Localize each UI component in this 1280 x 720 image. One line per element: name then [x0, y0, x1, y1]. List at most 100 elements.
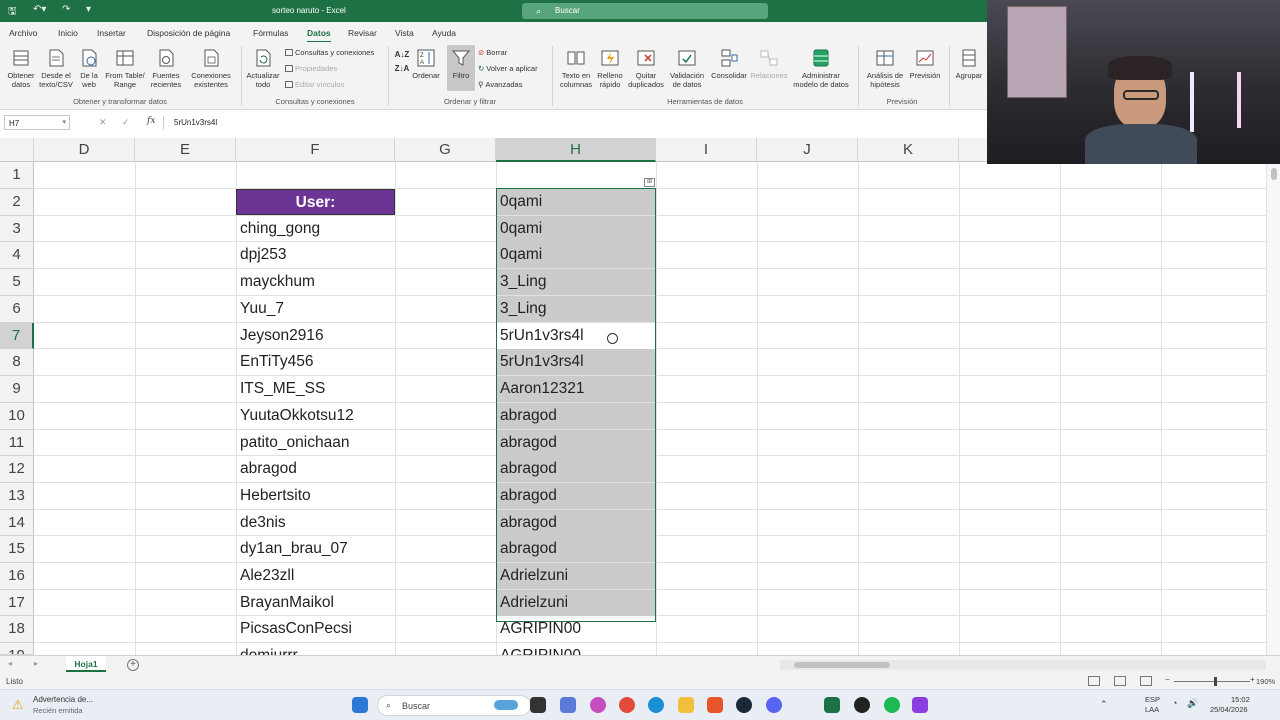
active-cell-h7[interactable]: 5rUn1v3rs4l [497, 323, 655, 349]
row-header[interactable]: 7 [0, 323, 34, 349]
cell[interactable]: abragod [497, 430, 655, 456]
quitar-duplicados-button[interactable]: Quitar duplicados [626, 48, 666, 89]
row-header[interactable]: 2 [0, 189, 34, 216]
cell[interactable]: dpj253 [236, 242, 395, 268]
column-header-d[interactable]: D [34, 138, 135, 162]
validacion-datos-button[interactable]: Validación de datos [667, 48, 707, 89]
scroll-thumb[interactable] [1271, 168, 1277, 180]
borrar-button[interactable]: ⊘ Borrar [478, 48, 507, 57]
cell[interactable]: 5rUn1v3rs4l [497, 349, 655, 375]
row-header[interactable]: 13 [0, 483, 34, 510]
brave-icon[interactable] [707, 697, 723, 713]
fuentes-recientes-button[interactable]: Fuentes recientes [149, 48, 183, 89]
cell[interactable]: abragod [497, 483, 655, 509]
tab-insertar[interactable]: Insertar [97, 28, 126, 38]
column-header-j[interactable]: J [757, 138, 858, 162]
cell[interactable]: 0qami [497, 216, 655, 242]
cell[interactable]: Adrielzuni [497, 563, 655, 589]
cell[interactable]: de3nis [236, 510, 395, 536]
spotify-icon[interactable] [884, 697, 900, 713]
editar-vinculos-button[interactable]: Editar vínculos [285, 80, 344, 89]
cell[interactable]: AGRIPIN00 [497, 643, 655, 655]
name-box[interactable]: H7 [4, 115, 70, 130]
relleno-rapido-button[interactable]: Relleno rápido [595, 48, 625, 89]
steam-icon[interactable] [736, 697, 752, 713]
cell[interactable]: Hebertsito [236, 483, 395, 509]
enter-icon[interactable]: ✓ [122, 117, 130, 128]
normal-view-icon[interactable] [1088, 676, 1100, 686]
consultas-conexiones-button[interactable]: Consultas y conexiones [285, 48, 374, 57]
undo-icon[interactable]: ↶▾ [33, 4, 46, 15]
column-header-i[interactable]: I [656, 138, 757, 162]
from-table-range-button[interactable]: From Table/ Range [103, 48, 147, 89]
cell[interactable]: 0qami [497, 242, 655, 268]
row-header[interactable]: 11 [0, 430, 34, 456]
teams-icon[interactable] [560, 697, 576, 713]
administrar-modelo-button[interactable]: Administrar modelo de datos [789, 48, 853, 89]
consolidar-button[interactable]: Consolidar [709, 48, 749, 80]
save-icon[interactable]: 🖫 [8, 4, 17, 21]
row-header[interactable]: 10 [0, 403, 34, 430]
clock-time[interactable]: 15:02 [1231, 695, 1250, 704]
tab-formulas[interactable]: Fórmulas [253, 28, 288, 38]
page-layout-icon[interactable] [1114, 676, 1126, 686]
task-view-icon[interactable] [530, 697, 546, 713]
cell[interactable]: EnTiTy456 [236, 349, 395, 375]
tab-ayuda[interactable]: Ayuda [432, 28, 456, 38]
cell[interactable]: domiurrr [236, 643, 395, 655]
cell[interactable]: abragod [497, 456, 655, 482]
column-header-f[interactable]: F [236, 138, 395, 162]
cell[interactable]: PicsasConPecsi [236, 616, 395, 642]
zoom-out-icon[interactable]: − [1165, 675, 1170, 684]
search-box[interactable]: ⌕ Buscar [522, 3, 768, 19]
notification-title[interactable]: Advertencia de... [33, 695, 93, 704]
cell[interactable]: Yuu_7 [236, 296, 395, 322]
cancel-icon[interactable]: ✕ [99, 117, 107, 128]
zoom-in-icon[interactable]: + [1250, 675, 1255, 684]
row-header[interactable]: 1 [0, 162, 34, 189]
prev-sheet-icon[interactable]: ◂ [8, 659, 12, 668]
row-header[interactable]: 18 [0, 616, 34, 643]
tab-disposicion-pagina[interactable]: Disposición de página [147, 28, 230, 38]
analisis-hipotesis-button[interactable]: Análisis de hipótesis [862, 48, 908, 89]
quick-analysis-icon[interactable]: ⊞ [644, 178, 655, 187]
vertical-scrollbar[interactable] [1266, 162, 1280, 655]
cell[interactable]: abragod [497, 403, 655, 429]
insert-function-icon[interactable]: fx [147, 116, 155, 126]
row-header[interactable]: 14 [0, 510, 34, 536]
zoom-slider[interactable] [1174, 681, 1250, 682]
filtro-button[interactable]: Filtro [447, 48, 475, 80]
row-header[interactable]: 19 [0, 643, 34, 655]
row-header[interactable]: 6 [0, 296, 34, 323]
horizontal-scrollbar[interactable] [780, 660, 1266, 670]
app-icon[interactable] [912, 697, 928, 713]
tab-vista[interactable]: Vista [395, 28, 414, 38]
cell[interactable]: Jeyson2916 [236, 323, 395, 349]
discord-icon[interactable] [766, 697, 782, 713]
cell[interactable]: abragod [497, 536, 655, 562]
windows-start-icon[interactable] [352, 697, 368, 713]
tab-datos[interactable]: Datos [307, 28, 331, 43]
zoom-level[interactable]: 190% [1256, 677, 1275, 686]
tab-revisar[interactable]: Revisar [348, 28, 377, 38]
column-header-e[interactable]: E [135, 138, 236, 162]
row-header[interactable]: 5 [0, 269, 34, 296]
cell[interactable]: abragod [497, 510, 655, 536]
zoom-slider-thumb[interactable] [1214, 677, 1217, 686]
cell[interactable]: AGRIPIN00 [497, 616, 655, 642]
row-header[interactable]: 8 [0, 349, 34, 376]
copilot-icon[interactable] [590, 697, 606, 713]
select-all-corner[interactable] [0, 138, 34, 162]
next-sheet-icon[interactable]: ▸ [34, 659, 38, 668]
tray-chevron-icon[interactable]: ⌃ [1100, 699, 1108, 710]
de-la-web-button[interactable]: De la web [77, 48, 101, 89]
desde-texto-csv-button[interactable]: Desde el texto/CSV [38, 48, 74, 89]
language-indicator[interactable]: ESP [1145, 695, 1160, 704]
volume-icon[interactable]: 🔊 [1187, 698, 1198, 709]
relaciones-button[interactable]: Relaciones [750, 48, 788, 80]
network-icon[interactable]: ◔ [1172, 698, 1177, 708]
sort-az-button[interactable]: A↓Z Z↓A [394, 48, 410, 76]
redo-icon[interactable]: ↷ [62, 4, 70, 15]
file-explorer-icon[interactable] [678, 697, 694, 713]
cell[interactable]: Ale23zll [236, 563, 395, 589]
